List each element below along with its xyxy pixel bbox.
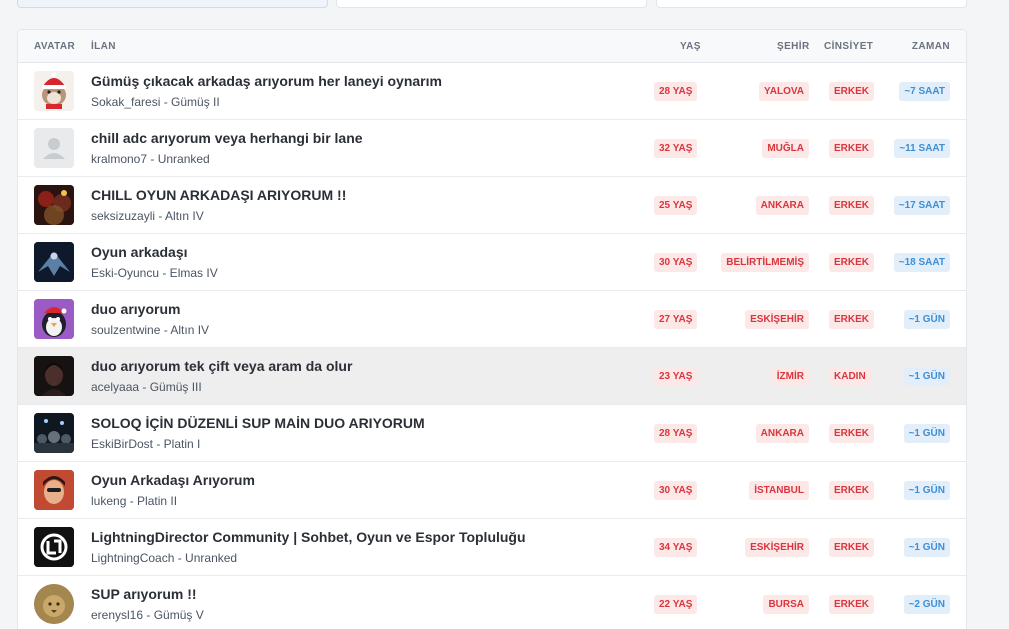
gender-badge: ERKEK <box>829 424 875 443</box>
default-user-icon <box>34 128 74 168</box>
age-badge: 28 YAŞ <box>654 82 698 101</box>
age-badge: 22 YAŞ <box>654 595 698 614</box>
time-badge: ~17 SAAT <box>893 196 950 215</box>
listing-user-rank: acelyaaa - Gümüş III <box>91 380 202 394</box>
age-badge: 32 YAŞ <box>654 139 698 158</box>
header-avatar: AVATAR <box>34 41 76 52</box>
table-row[interactable]: CHILL OYUN ARKADAŞI ARIYORUM !! seksizuz… <box>18 177 966 234</box>
time-badge: ~1 GÜN <box>903 310 950 329</box>
table-header: AVATAR İLAN YAŞ ŞEHİR CİNSİYET ZAMAN <box>18 30 966 63</box>
listing-user-rank: erenysl16 - Gümüş V <box>91 608 204 622</box>
city-badge: ANKARA <box>755 424 809 443</box>
age-badge: 27 YAŞ <box>654 310 698 329</box>
table-row[interactable]: Gümüş çıkacak arkadaş arıyorum her laney… <box>18 63 966 120</box>
lightning-logo-icon <box>34 527 74 567</box>
gender-badge: ERKEK <box>829 196 875 215</box>
listing-title[interactable]: SOLOQ İÇİN DÜZENLİ SUP MAİN DUO ARIYORUM <box>91 415 425 431</box>
listings-table: AVATAR İLAN YAŞ ŞEHİR CİNSİYET ZAMAN Güm… <box>17 29 967 629</box>
table-row[interactable]: chill adc arıyorum veya herhangi bir lan… <box>18 120 966 177</box>
city-badge: MUĞLA <box>762 139 809 158</box>
listing-user-rank: seksizuzayli - Altın IV <box>91 209 204 223</box>
crowd-icon <box>34 413 74 453</box>
time-badge: ~1 GÜN <box>903 538 950 557</box>
city-badge: ESKİŞEHİR <box>745 310 809 329</box>
listing-title[interactable]: Oyun arkadaşı <box>91 244 188 260</box>
city-badge: ANKARA <box>755 196 809 215</box>
listing-title[interactable]: Oyun Arkadaşı Arıyorum <box>91 472 255 488</box>
header-ilan: İLAN <box>91 41 116 52</box>
listing-title[interactable]: chill adc arıyorum veya herhangi bir lan… <box>91 130 363 146</box>
hamster-santa-icon <box>34 71 74 111</box>
city-badge: İZMİR <box>771 367 809 386</box>
age-badge: 23 YAŞ <box>654 367 698 386</box>
gender-badge: ERKEK <box>829 538 875 557</box>
dark-portrait-icon <box>34 356 74 396</box>
city-badge: YALOVA <box>758 82 809 101</box>
time-badge: ~2 GÜN <box>903 595 950 614</box>
header-cinsiyet: CİNSİYET <box>824 41 874 52</box>
filter-card-1[interactable] <box>17 0 328 8</box>
time-badge: ~1 GÜN <box>903 367 950 386</box>
gender-badge: ERKEK <box>829 253 875 272</box>
city-badge: İSTANBUL <box>749 481 809 500</box>
gender-badge: ERKEK <box>829 595 875 614</box>
header-sehir: ŞEHİR <box>777 41 810 52</box>
listing-title[interactable]: duo arıyorum <box>91 301 180 317</box>
table-row[interactable]: duo arıyorum tek çift veya aram da olur … <box>18 348 966 405</box>
listing-title[interactable]: SUP arıyorum !! <box>91 586 197 602</box>
time-badge: ~7 SAAT <box>899 82 950 101</box>
table-row[interactable]: Oyun Arkadaşı Arıyorum lukeng - Platin I… <box>18 462 966 519</box>
city-badge: ESKİŞEHİR <box>745 538 809 557</box>
age-badge: 30 YAŞ <box>654 481 698 500</box>
time-badge: ~18 SAAT <box>893 253 950 272</box>
table-row[interactable]: Oyun arkadaşı Eski-Oyuncu - Elmas IV 30 … <box>18 234 966 291</box>
photo-avatar-icon <box>34 185 74 225</box>
listing-user-rank: kralmono7 - Unranked <box>91 152 210 166</box>
listing-title[interactable]: CHILL OYUN ARKADAŞI ARIYORUM !! <box>91 187 346 203</box>
penguin-icon <box>34 299 74 339</box>
selfie-icon <box>34 470 74 510</box>
city-badge: BELİRTİLMEMİŞ <box>721 253 809 272</box>
filter-card-2[interactable] <box>336 0 647 8</box>
gender-badge: KADIN <box>829 367 871 386</box>
time-badge: ~1 GÜN <box>903 424 950 443</box>
time-badge: ~11 SAAT <box>894 139 950 158</box>
listing-title[interactable]: duo arıyorum tek çift veya aram da olur <box>91 358 352 374</box>
gender-badge: ERKEK <box>829 139 875 158</box>
listing-title[interactable]: LightningDirector Community | Sohbet, Oy… <box>91 529 526 545</box>
filter-card-3[interactable] <box>656 0 967 8</box>
listing-user-rank: LightningCoach - Unranked <box>91 551 238 565</box>
listing-user-rank: Eski-Oyuncu - Elmas IV <box>91 266 218 280</box>
listing-user-rank: lukeng - Platin II <box>91 494 178 508</box>
gender-badge: ERKEK <box>829 481 875 500</box>
dark-wings-icon <box>34 242 74 282</box>
listing-user-rank: EskiBirDost - Platin I <box>91 437 201 451</box>
header-zaman: ZAMAN <box>911 41 950 52</box>
age-badge: 28 YAŞ <box>654 424 698 443</box>
top-filter-cards <box>17 0 967 8</box>
table-row[interactable]: LightningDirector Community | Sohbet, Oy… <box>18 519 966 576</box>
age-badge: 34 YAŞ <box>654 538 698 557</box>
gender-badge: ERKEK <box>829 310 875 329</box>
table-row[interactable]: SUP arıyorum !! erenysl16 - Gümüş V 22 Y… <box>18 576 966 629</box>
table-row[interactable]: SOLOQ İÇİN DÜZENLİ SUP MAİN DUO ARIYORUM… <box>18 405 966 462</box>
age-badge: 30 YAŞ <box>654 253 698 272</box>
time-badge: ~1 GÜN <box>903 481 950 500</box>
listing-title[interactable]: Gümüş çıkacak arkadaş arıyorum her laney… <box>91 73 442 89</box>
listing-user-rank: soulzentwine - Altın IV <box>91 323 210 337</box>
table-row[interactable]: duo arıyorum soulzentwine - Altın IV 27 … <box>18 291 966 348</box>
listing-user-rank: Sokak_faresi - Gümüş II <box>91 95 220 109</box>
lion-icon <box>34 584 74 624</box>
age-badge: 25 YAŞ <box>654 196 698 215</box>
gender-badge: ERKEK <box>829 82 875 101</box>
city-badge: BURSA <box>763 595 809 614</box>
header-yas: YAŞ <box>680 41 701 52</box>
